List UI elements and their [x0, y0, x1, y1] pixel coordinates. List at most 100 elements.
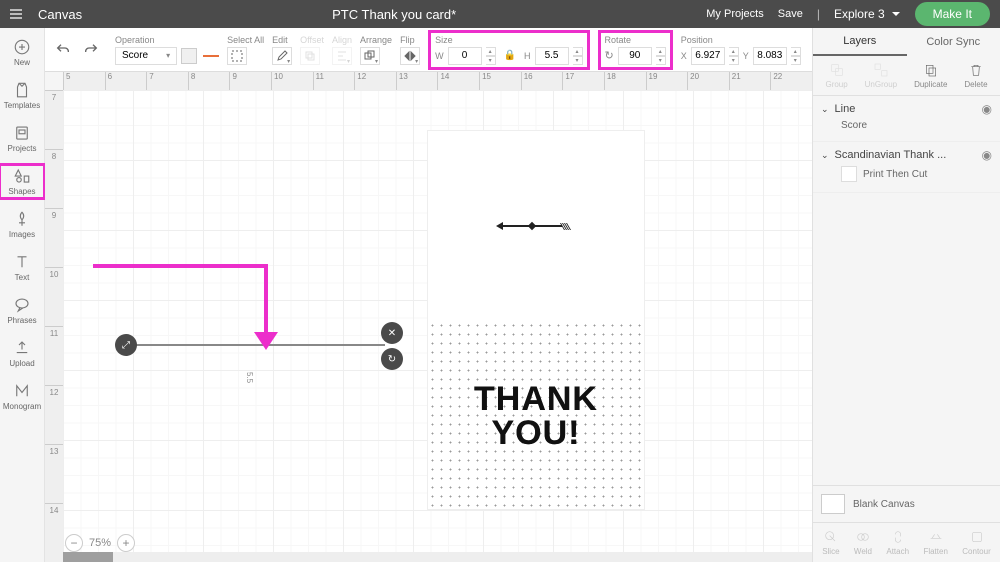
- document-title[interactable]: PTC Thank you card*: [82, 7, 706, 22]
- arrow-decoration: [496, 221, 576, 231]
- undo-icon[interactable]: [55, 42, 71, 58]
- group-button: Group: [825, 62, 847, 89]
- y-spinner[interactable]: ▴▾: [791, 47, 801, 65]
- blank-canvas-button[interactable]: Blank Canvas: [813, 485, 1000, 522]
- nav-phrases[interactable]: Phrases: [0, 296, 44, 325]
- ruler-horizontal: 5678910111213141516171819202122: [63, 72, 812, 90]
- nav-projects[interactable]: Projects: [0, 124, 44, 153]
- width-spinner[interactable]: ▴▾: [486, 47, 496, 65]
- edit-group: Edit: [272, 35, 292, 65]
- arrange-dropdown[interactable]: [360, 47, 380, 65]
- tab-layers[interactable]: Layers: [813, 28, 907, 56]
- color-swatch[interactable]: [181, 48, 197, 64]
- zoom-in-button[interactable]: +: [117, 534, 135, 552]
- align-dropdown: [332, 47, 352, 65]
- nav-upload[interactable]: Upload: [0, 339, 44, 368]
- ruler-vertical: 7891011121314: [45, 90, 63, 562]
- height-spinner[interactable]: ▴▾: [573, 47, 583, 65]
- flip-group: Flip: [400, 35, 420, 65]
- chevron-down-icon[interactable]: ⌄: [821, 150, 829, 161]
- slice-button: Slice: [822, 529, 839, 556]
- card-preview[interactable]: THANK YOU!: [427, 130, 645, 510]
- selection-dimension: 5.5: [245, 372, 254, 383]
- weld-button: Weld: [854, 529, 872, 556]
- canvas-viewport[interactable]: 5678910111213141516171819202122 78910111…: [45, 72, 812, 562]
- redo-icon[interactable]: [83, 42, 99, 58]
- separator: |: [817, 7, 820, 21]
- visibility-icon[interactable]: ◉: [982, 148, 992, 162]
- select-all-button[interactable]: [227, 47, 247, 65]
- delete-button[interactable]: Delete: [964, 62, 987, 89]
- nav-shapes[interactable]: Shapes: [0, 167, 44, 196]
- rotate-spinner[interactable]: ▴▾: [656, 47, 666, 65]
- height-input[interactable]: [535, 47, 569, 65]
- nav-templates[interactable]: Templates: [0, 81, 44, 110]
- x-input[interactable]: [691, 47, 725, 65]
- zoom-out-button[interactable]: −: [65, 534, 83, 552]
- position-group: Position X ▴▾ Y ▴▾: [681, 35, 801, 65]
- edit-dropdown[interactable]: [272, 47, 292, 65]
- zoom-control: − 75% +: [65, 534, 135, 552]
- history-controls: [55, 42, 99, 58]
- y-input[interactable]: [753, 47, 787, 65]
- delete-handle-icon[interactable]: ✕: [381, 322, 403, 344]
- my-projects-link[interactable]: My Projects: [706, 8, 763, 20]
- visibility-icon[interactable]: ◉: [982, 102, 992, 116]
- tab-color-sync[interactable]: Color Sync: [907, 28, 1000, 56]
- bottom-tools: Slice Weld Attach Flatten Contour: [813, 522, 1000, 562]
- layer-thumbnail: [841, 166, 857, 182]
- layer-line-child[interactable]: Score: [821, 116, 992, 135]
- right-panel: Layers Color Sync Group UnGroup Duplicat…: [812, 28, 1000, 562]
- save-link[interactable]: Save: [778, 8, 803, 20]
- menu-icon[interactable]: [0, 0, 32, 28]
- thank-you-text: THANK YOU!: [474, 382, 598, 450]
- canvas-area: Operation Score Select All Edit Offset: [45, 28, 812, 562]
- score-preview-icon: [203, 55, 219, 57]
- width-input[interactable]: [448, 47, 482, 65]
- align-group: Align: [332, 35, 352, 65]
- duplicate-button[interactable]: Duplicate: [914, 62, 947, 89]
- layer-line[interactable]: ⌄Line◉ Score: [813, 96, 1000, 142]
- zoom-value: 75%: [89, 537, 111, 549]
- size-group: Size W ▴▾ 🔒 H ▴▾: [428, 30, 589, 70]
- rotate-group: Rotate ↻ ▴▾: [598, 30, 673, 70]
- chevron-down-icon[interactable]: ⌄: [821, 104, 829, 115]
- flatten-button: Flatten: [923, 529, 947, 556]
- x-spinner[interactable]: ▴▾: [729, 47, 739, 65]
- layer-scandi-child[interactable]: Print Then Cut: [821, 162, 992, 186]
- rotate-icon: ↻: [605, 49, 614, 62]
- w-label: W: [435, 51, 444, 61]
- nav-images[interactable]: Images: [0, 210, 44, 239]
- nav-new[interactable]: New: [0, 38, 44, 67]
- nav-monogram[interactable]: Monogram: [0, 382, 44, 411]
- layers-list: ⌄Line◉ Score ⌄Scandinavian Thank ...◉ Pr…: [813, 96, 1000, 485]
- machine-label: Explore 3: [834, 7, 885, 21]
- panel-toolbar: Group UnGroup Duplicate Delete: [813, 56, 1000, 96]
- toolbar: Operation Score Select All Edit Offset: [45, 28, 812, 72]
- layer-scandinavian[interactable]: ⌄Scandinavian Thank ...◉ Print Then Cut: [813, 142, 1000, 193]
- ungroup-button: UnGroup: [865, 62, 897, 89]
- operation-group: Operation Score: [115, 35, 219, 65]
- contour-button: Contour: [962, 529, 990, 556]
- attach-button: Attach: [886, 529, 909, 556]
- flip-dropdown[interactable]: [400, 47, 420, 65]
- arrange-group: Arrange: [360, 35, 392, 65]
- machine-dropdown[interactable]: Explore 3: [834, 7, 901, 21]
- app-title: Canvas: [38, 7, 82, 22]
- nav-text[interactable]: Text: [0, 253, 44, 282]
- h-label: H: [524, 51, 531, 61]
- offset-button: [300, 47, 320, 65]
- selected-line[interactable]: [125, 344, 385, 346]
- rotate-input[interactable]: [618, 47, 652, 65]
- y-label: Y: [743, 51, 749, 61]
- panel-tabs: Layers Color Sync: [813, 28, 1000, 56]
- left-nav: New Templates Projects Shapes Images Tex…: [0, 28, 45, 562]
- lock-icon[interactable]: 🔒: [504, 50, 516, 61]
- operation-dropdown[interactable]: Score: [115, 47, 177, 65]
- rotate-handle-icon[interactable]: ↻: [381, 348, 403, 370]
- make-it-button[interactable]: Make It: [915, 2, 990, 26]
- card-inside: THANK YOU!: [428, 321, 644, 511]
- scrollbar-horizontal[interactable]: [63, 552, 812, 562]
- app-header: Canvas PTC Thank you card* My Projects S…: [0, 0, 1000, 28]
- resize-handle-icon[interactable]: ⤢: [115, 334, 137, 356]
